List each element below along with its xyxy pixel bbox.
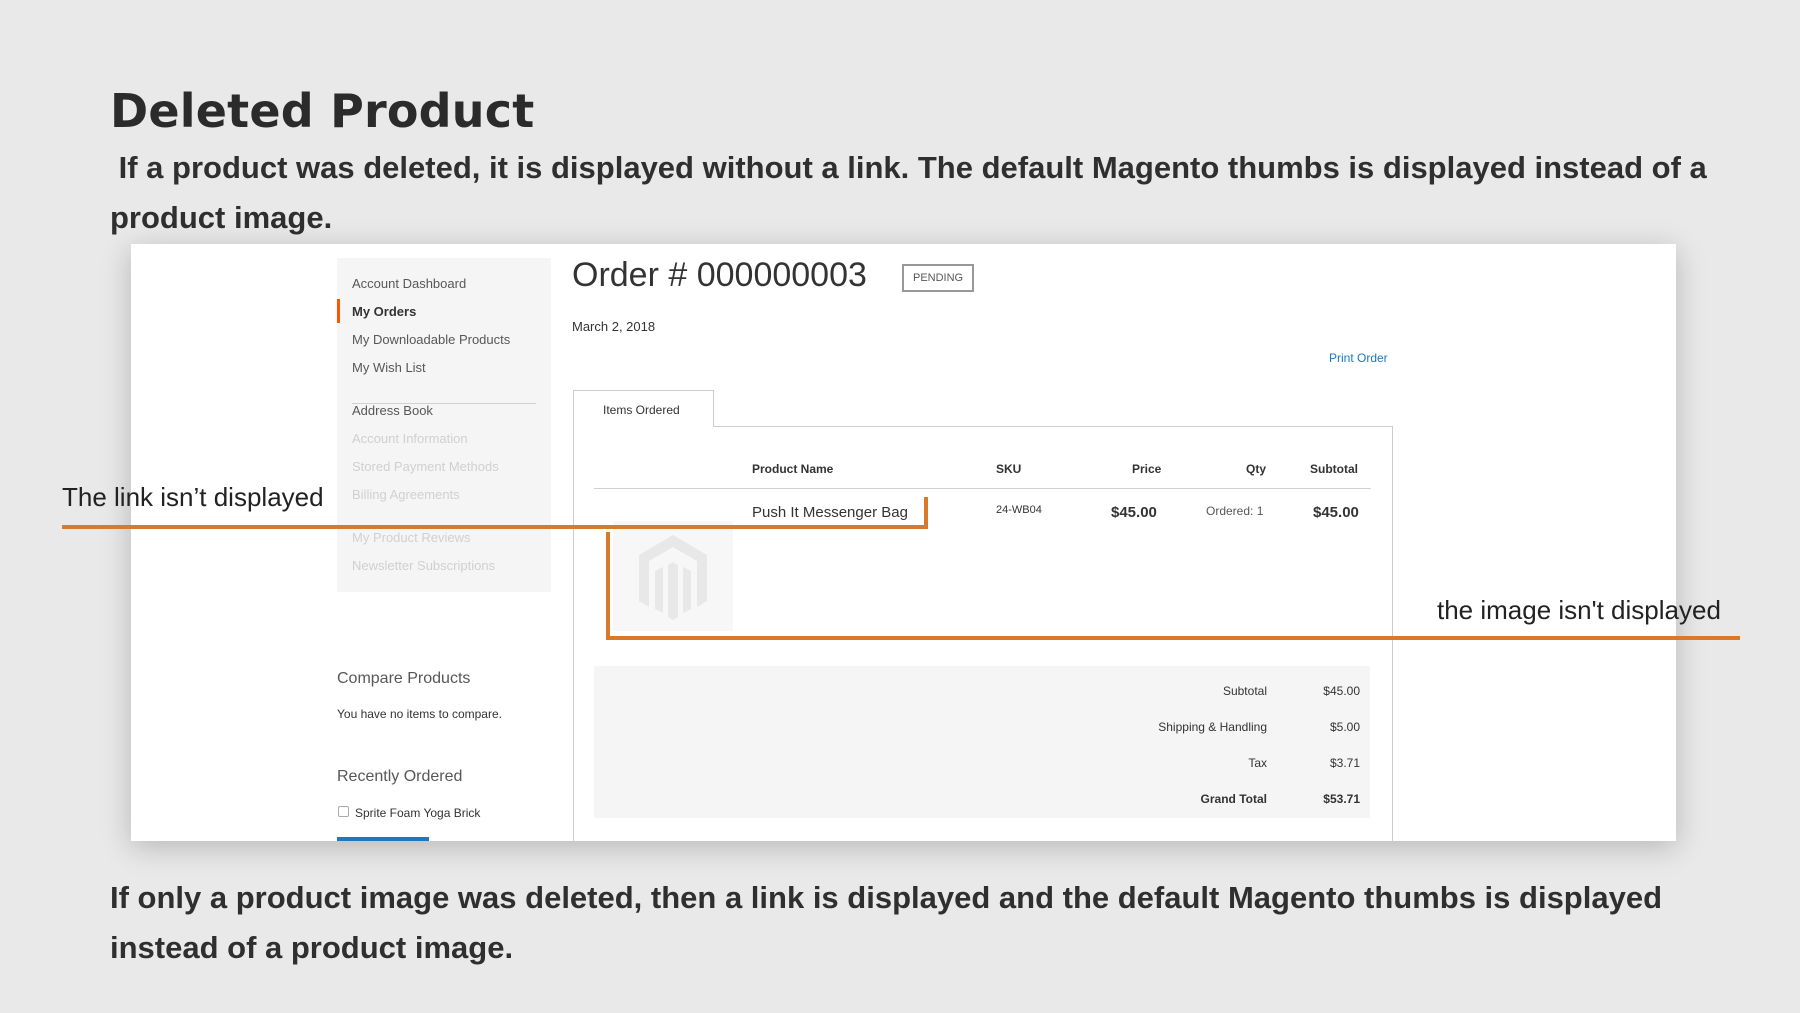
order-date: March 2, 2018 xyxy=(572,319,656,334)
col-product-name: Product Name xyxy=(752,462,834,476)
tab-items-ordered[interactable]: Items Ordered xyxy=(573,390,714,427)
col-qty: Qty xyxy=(1246,462,1267,476)
nav-account-dashboard[interactable]: Account Dashboard xyxy=(352,276,466,291)
nav-my-orders[interactable]: My Orders xyxy=(352,304,416,319)
recently-ordered-title: Recently Ordered xyxy=(337,768,463,785)
totals-grand-value: $53.71 xyxy=(1323,792,1360,806)
annotation-link-note: The link isn’t displayed xyxy=(62,482,324,512)
item-subtotal: $45.00 xyxy=(1313,504,1359,521)
nav-newsletter[interactable]: Newsletter Subscriptions xyxy=(352,558,495,573)
item-product-name: Push It Messenger Bag xyxy=(752,504,908,521)
nav-address-book[interactable]: Address Book xyxy=(352,403,433,418)
item-price: $45.00 xyxy=(1111,504,1157,521)
slide-title: Deleted Product xyxy=(110,84,535,138)
nav-product-reviews[interactable]: My Product Reviews xyxy=(352,530,470,545)
nav-downloadable-products[interactable]: My Downloadable Products xyxy=(352,332,510,347)
totals-subtotal-label: Subtotal xyxy=(1222,684,1267,698)
col-price: Price xyxy=(1132,462,1162,476)
compare-products-title: Compare Products xyxy=(337,670,471,687)
col-sku: SKU xyxy=(996,462,1022,476)
nav-wish-list[interactable]: My Wish List xyxy=(352,360,426,375)
add-to-cart-button[interactable] xyxy=(337,837,429,841)
totals-subtotal-value: $45.00 xyxy=(1323,684,1360,698)
placeholder-thumbnail xyxy=(613,521,733,631)
recent-item-checkbox[interactable] xyxy=(338,806,349,817)
annotation-link-underline xyxy=(62,525,928,529)
totals-grand-label: Grand Total xyxy=(1200,792,1267,806)
print-order-link[interactable]: Print Order xyxy=(1329,351,1388,365)
nav-account-information[interactable]: Account Information xyxy=(352,431,468,446)
totals-shipping-label: Shipping & Handling xyxy=(1158,720,1267,734)
col-subtotal: Subtotal xyxy=(1310,462,1358,476)
order-screenshot: Account Dashboard My Orders My Downloada… xyxy=(131,244,1676,841)
account-nav: Account Dashboard My Orders My Downloada… xyxy=(337,258,551,592)
nav-stored-payment[interactable]: Stored Payment Methods xyxy=(352,459,499,474)
totals-shipping-value: $5.00 xyxy=(1329,720,1360,734)
status-badge: PENDING xyxy=(902,264,975,292)
intro-text: If a product was deleted, it is displaye… xyxy=(110,150,1716,235)
order-totals: Subtotal $45.00 Shipping & Handling $5.0… xyxy=(594,666,1370,818)
compare-empty-text: You have no items to compare. xyxy=(337,707,502,721)
active-indicator xyxy=(337,299,340,323)
annotation-image-bracket xyxy=(606,532,610,640)
totals-tax-value: $3.71 xyxy=(1329,756,1360,770)
order-title: Order # 000000003 xyxy=(572,256,867,294)
outro-text: If only a product image was deleted, the… xyxy=(110,880,1663,965)
annotation-image-note: the image isn't displayed xyxy=(1437,595,1721,625)
nav-billing-agreements[interactable]: Billing Agreements xyxy=(352,487,460,502)
magento-logo-icon xyxy=(639,535,707,620)
item-sku: 24-WB04 xyxy=(996,504,1042,516)
recent-item-label: Sprite Foam Yoga Brick xyxy=(355,806,481,820)
annotation-link-bracket xyxy=(924,497,928,529)
item-qty: Ordered: 1 xyxy=(1206,504,1264,518)
table-header-divider xyxy=(594,488,1371,489)
totals-tax-label: Tax xyxy=(1248,756,1267,770)
annotation-image-underline xyxy=(606,636,1740,640)
